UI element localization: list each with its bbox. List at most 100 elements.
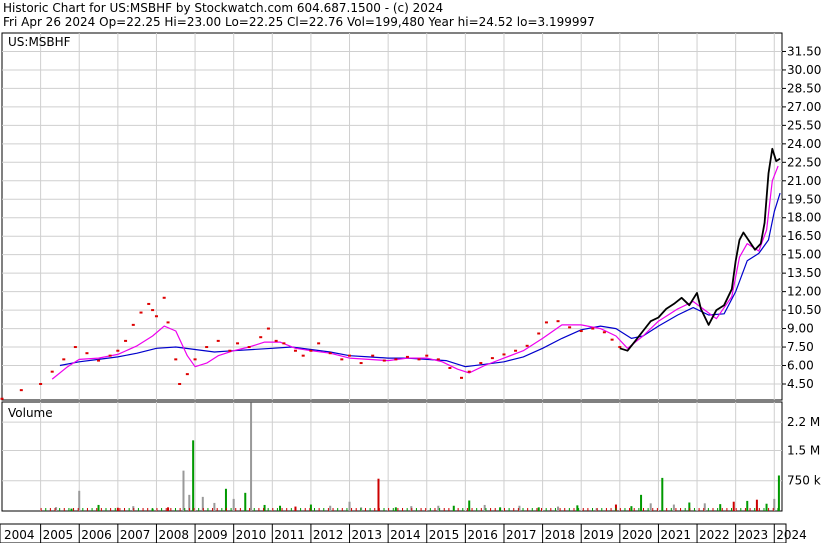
volume-bar <box>188 508 190 511</box>
volume-bar <box>63 508 65 511</box>
volume-bar <box>462 508 464 511</box>
volume-bar <box>712 508 714 511</box>
price-tick-label: 13.50 <box>787 266 821 280</box>
volume-bar <box>420 508 422 511</box>
volume-bar <box>225 508 227 511</box>
volume-bar <box>318 508 320 511</box>
volume-bar <box>537 507 540 511</box>
volume-bar <box>351 508 353 511</box>
volume-bar <box>554 508 556 511</box>
volume-bar <box>439 508 441 511</box>
year-label: 2017 <box>506 528 537 542</box>
volume-bar <box>213 502 216 511</box>
year-label: 2018 <box>545 528 576 542</box>
price-tick-label: 24.00 <box>787 137 821 151</box>
price-point <box>266 327 270 330</box>
year-label: 2009 <box>197 528 228 542</box>
volume-bar <box>457 508 459 511</box>
volume-bar <box>133 508 135 511</box>
volume-bar <box>332 508 334 511</box>
volume-bar <box>587 508 589 511</box>
price-point <box>405 355 409 358</box>
price-point <box>185 373 189 376</box>
volume-bar <box>726 508 728 511</box>
volume-bar <box>253 508 255 511</box>
volume-bar <box>545 508 547 511</box>
volume-bar <box>40 508 42 511</box>
volume-bar <box>707 508 709 511</box>
volume-bar <box>448 508 450 511</box>
price-point <box>417 358 421 361</box>
price-point <box>162 296 166 299</box>
volume-panel <box>1 401 783 512</box>
volume-bar <box>647 508 649 511</box>
price-axis-labels: 31.50 30.00 28.50 27.00 25.50 24.00 22.50 21.00… <box>782 44 821 391</box>
price-point <box>340 358 344 361</box>
volume-bar <box>768 508 770 511</box>
volume-bar <box>527 508 529 511</box>
price-point <box>19 389 23 392</box>
volume-bar <box>70 508 73 511</box>
volume-bar <box>559 508 561 511</box>
volume-bar <box>276 508 278 511</box>
volume-bar <box>693 508 695 511</box>
volume-bar <box>249 508 251 511</box>
volume-bar <box>174 508 176 511</box>
volume-bar <box>388 508 390 511</box>
price-point <box>502 353 506 356</box>
price-point <box>228 349 232 352</box>
volume-bar <box>719 504 722 511</box>
volume-bar <box>610 508 612 511</box>
volume-bar <box>434 508 436 511</box>
volume-bar <box>156 508 158 511</box>
volume-tick-label: 1.5 M <box>787 443 820 457</box>
volume-bar <box>77 508 79 511</box>
price-tick-label: 12.00 <box>787 285 821 299</box>
volume-bar <box>754 508 756 511</box>
price-point <box>154 315 158 318</box>
volume-bar <box>596 508 598 511</box>
volume-bar <box>425 508 427 511</box>
volume-bar <box>314 508 315 511</box>
volume-bar <box>746 500 749 511</box>
volume-bar <box>327 508 329 511</box>
price-tick-label: 22.50 <box>787 155 821 169</box>
volume-bar <box>732 501 735 511</box>
volume-bar <box>364 508 366 511</box>
volume-bar <box>250 402 253 511</box>
price-point <box>371 354 375 357</box>
volume-bar <box>78 490 81 511</box>
volume-bar <box>656 508 658 511</box>
price-point <box>348 354 352 357</box>
price-point <box>544 321 548 324</box>
volume-bar <box>772 508 774 511</box>
volume-bar <box>383 508 385 511</box>
volume-bar <box>142 508 144 511</box>
price-tick-label: 15.00 <box>787 248 821 262</box>
price-point <box>293 349 297 352</box>
price-tick-label: 21.00 <box>787 174 821 188</box>
price-point <box>425 354 429 357</box>
volume-bar <box>744 508 746 511</box>
volume-bar <box>54 508 56 511</box>
volume-bar <box>557 506 560 511</box>
volume-bar <box>198 508 200 511</box>
price-point <box>448 366 452 369</box>
year-label: 2008 <box>158 528 189 542</box>
volume-bar <box>165 508 167 511</box>
volume-bar <box>429 508 431 511</box>
year-label: 2016 <box>467 528 498 542</box>
volume-bar <box>216 508 218 511</box>
volume-bar <box>480 508 482 511</box>
volume-bar <box>337 508 339 511</box>
price-point <box>216 339 220 342</box>
price-point <box>139 311 143 314</box>
volume-bar <box>86 508 88 511</box>
volume-bar <box>73 508 75 511</box>
volume-bar <box>453 508 455 511</box>
volume-bar <box>666 508 668 511</box>
volume-bar <box>207 508 209 511</box>
volume-bar <box>110 508 112 511</box>
volume-bar <box>689 508 691 511</box>
volume-bar <box>119 508 121 511</box>
